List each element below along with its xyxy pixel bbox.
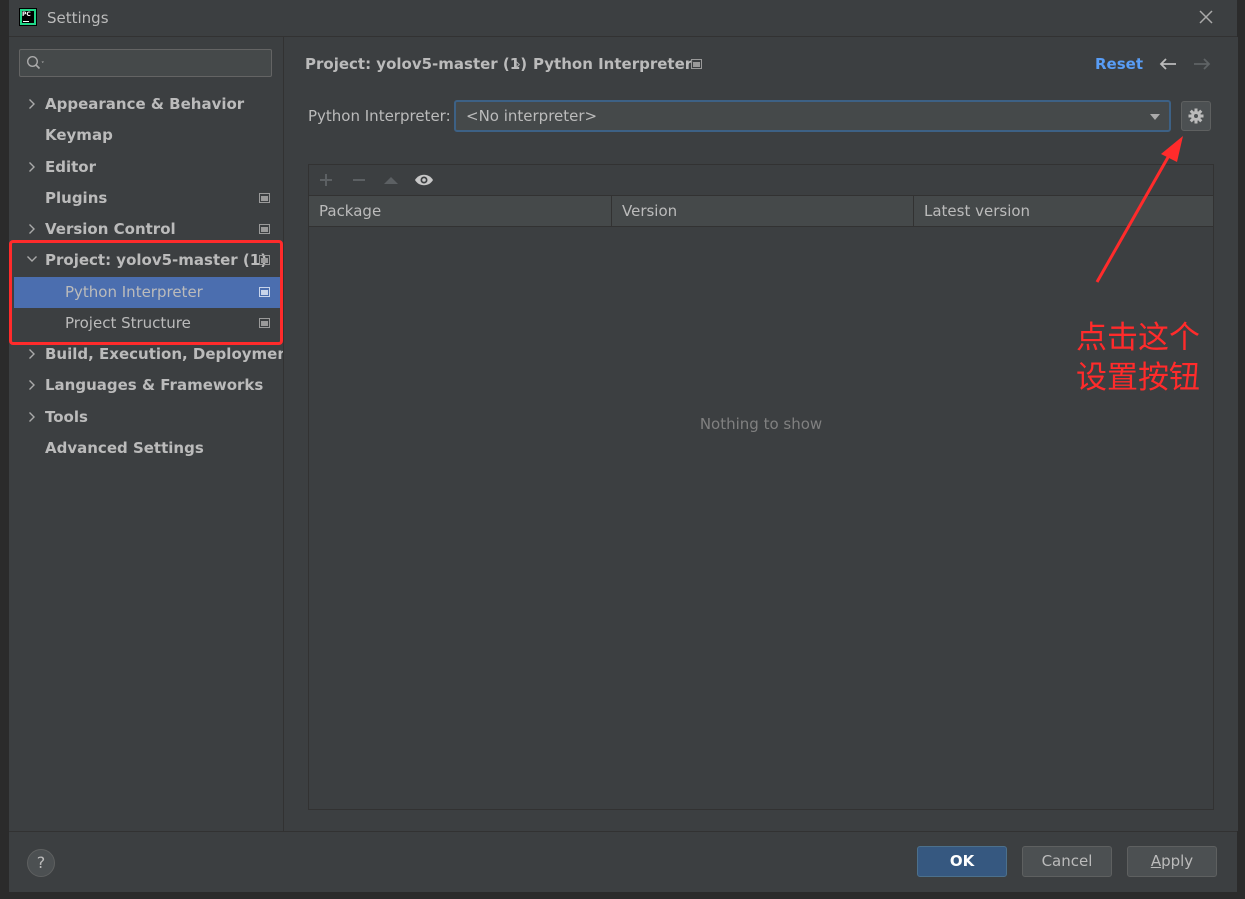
triangle-up-icon xyxy=(384,177,398,184)
sidebar-item-appearance-behavior[interactable]: Appearance & Behavior xyxy=(9,89,283,120)
sidebar-item-label: Editor xyxy=(45,158,96,176)
annotation-text: 点击这个 设置按钮 xyxy=(1076,318,1200,398)
gear-icon xyxy=(1188,108,1204,124)
project-level-icon xyxy=(259,255,270,265)
packages-toolbar xyxy=(309,165,1213,195)
breadcrumb-separator: › xyxy=(515,55,521,73)
packages-table-header: Package Version Latest version xyxy=(309,195,1213,227)
project-level-icon xyxy=(259,287,270,297)
sidebar-item-label: Build, Execution, Deployment xyxy=(45,345,296,363)
sidebar-item-project[interactable]: Project: yolov5-master (1) xyxy=(9,245,283,276)
help-button[interactable]: ? xyxy=(27,849,55,877)
chevron-right-icon xyxy=(29,412,35,422)
sidebar-item-plugins[interactable]: Plugins xyxy=(9,183,283,214)
eye-icon xyxy=(415,174,433,186)
chevron-down-icon xyxy=(1150,114,1160,120)
sidebar-item-build-execution-deployment[interactable]: Build, Execution, Deployment xyxy=(9,339,295,370)
remove-package-button[interactable] xyxy=(348,169,370,191)
empty-table-message: Nothing to show xyxy=(699,415,823,433)
pycharm-app-icon: PC xyxy=(19,8,37,26)
ok-button[interactable]: OK xyxy=(917,846,1007,877)
sidebar-item-python-interpreter[interactable]: Python Interpreter xyxy=(14,277,280,308)
close-icon[interactable] xyxy=(1195,6,1217,28)
sidebar-item-label: Keymap xyxy=(45,126,113,144)
settings-search-input[interactable] xyxy=(19,49,272,77)
search-icon xyxy=(26,55,44,70)
column-header-package[interactable]: Package xyxy=(309,196,611,227)
breadcrumb-page: Python Interpreter xyxy=(533,55,693,73)
sidebar-item-label: Languages & Frameworks xyxy=(45,376,264,394)
add-package-button[interactable] xyxy=(315,169,337,191)
apply-label-rest: pply xyxy=(1161,852,1194,870)
reset-link[interactable]: Reset xyxy=(1095,55,1143,73)
chevron-right-icon xyxy=(29,224,35,234)
project-level-icon xyxy=(259,318,270,328)
sidebar-item-editor[interactable]: Editor xyxy=(9,152,283,183)
sidebar-item-keymap[interactable]: Keymap xyxy=(9,120,283,151)
sidebar-item-tools[interactable]: Tools xyxy=(9,402,283,433)
minus-icon xyxy=(353,179,365,181)
settings-window: PC Settings Appearance & Behavior Keymap… xyxy=(9,0,1238,892)
chevron-right-icon xyxy=(29,162,35,172)
apply-mnemonic: A xyxy=(1150,852,1162,870)
apply-button[interactable]: Apply xyxy=(1127,846,1217,877)
app-icon-text: PC xyxy=(22,11,31,18)
sidebar-item-label: Project: yolov5-master (1) xyxy=(45,251,268,269)
back-arrow-icon[interactable] xyxy=(1158,56,1178,72)
sidebar-item-label: Project Structure xyxy=(65,314,191,332)
python-interpreter-select[interactable]: <No interpreter> xyxy=(454,100,1171,132)
sidebar-item-version-control[interactable]: Version Control xyxy=(9,214,283,245)
interpreter-settings-button[interactable] xyxy=(1181,101,1211,131)
breadcrumb-project[interactable]: Project: yolov5-master (1) xyxy=(305,55,527,73)
sidebar-item-label: Advanced Settings xyxy=(45,439,204,457)
upgrade-package-button[interactable] xyxy=(380,169,402,191)
window-title: Settings xyxy=(47,9,109,27)
sidebar-item-advanced-settings[interactable]: Advanced Settings xyxy=(9,433,283,464)
packages-table: Package Version Latest version Nothing t… xyxy=(308,164,1214,810)
python-interpreter-value: <No interpreter> xyxy=(466,107,598,125)
project-level-icon xyxy=(259,224,270,234)
chevron-right-icon xyxy=(29,99,35,109)
project-level-icon xyxy=(259,193,270,203)
sidebar-item-label: Tools xyxy=(45,408,88,426)
column-header-version[interactable]: Version xyxy=(611,196,913,227)
annotation-line-2: 设置按钮 xyxy=(1076,360,1200,396)
annotation-arrow xyxy=(1095,136,1183,283)
settings-sidebar: Appearance & Behavior Keymap Editor Plug… xyxy=(9,37,295,831)
chevron-down-icon xyxy=(27,256,37,262)
annotation-line-1: 点击这个 xyxy=(1076,320,1200,356)
sidebar-item-label: Version Control xyxy=(45,220,176,238)
dialog-footer: ? OK Cancel Apply xyxy=(9,831,1237,892)
chevron-right-icon xyxy=(29,349,35,359)
sidebar-item-project-structure[interactable]: Project Structure xyxy=(9,308,283,339)
sidebar-item-label: Python Interpreter xyxy=(65,283,203,301)
forward-arrow-icon[interactable] xyxy=(1192,56,1212,72)
sidebar-item-label: Plugins xyxy=(45,189,108,207)
chevron-right-icon xyxy=(29,380,35,390)
sidebar-item-languages-frameworks[interactable]: Languages & Frameworks xyxy=(9,370,283,401)
sidebar-item-label: Appearance & Behavior xyxy=(45,95,245,113)
show-early-releases-button[interactable] xyxy=(413,169,435,191)
cancel-button[interactable]: Cancel xyxy=(1022,846,1112,877)
plus-icon xyxy=(320,174,332,186)
title-bar: PC Settings xyxy=(9,0,1237,37)
project-level-icon xyxy=(691,59,702,69)
python-interpreter-label: Python Interpreter: xyxy=(308,107,451,125)
